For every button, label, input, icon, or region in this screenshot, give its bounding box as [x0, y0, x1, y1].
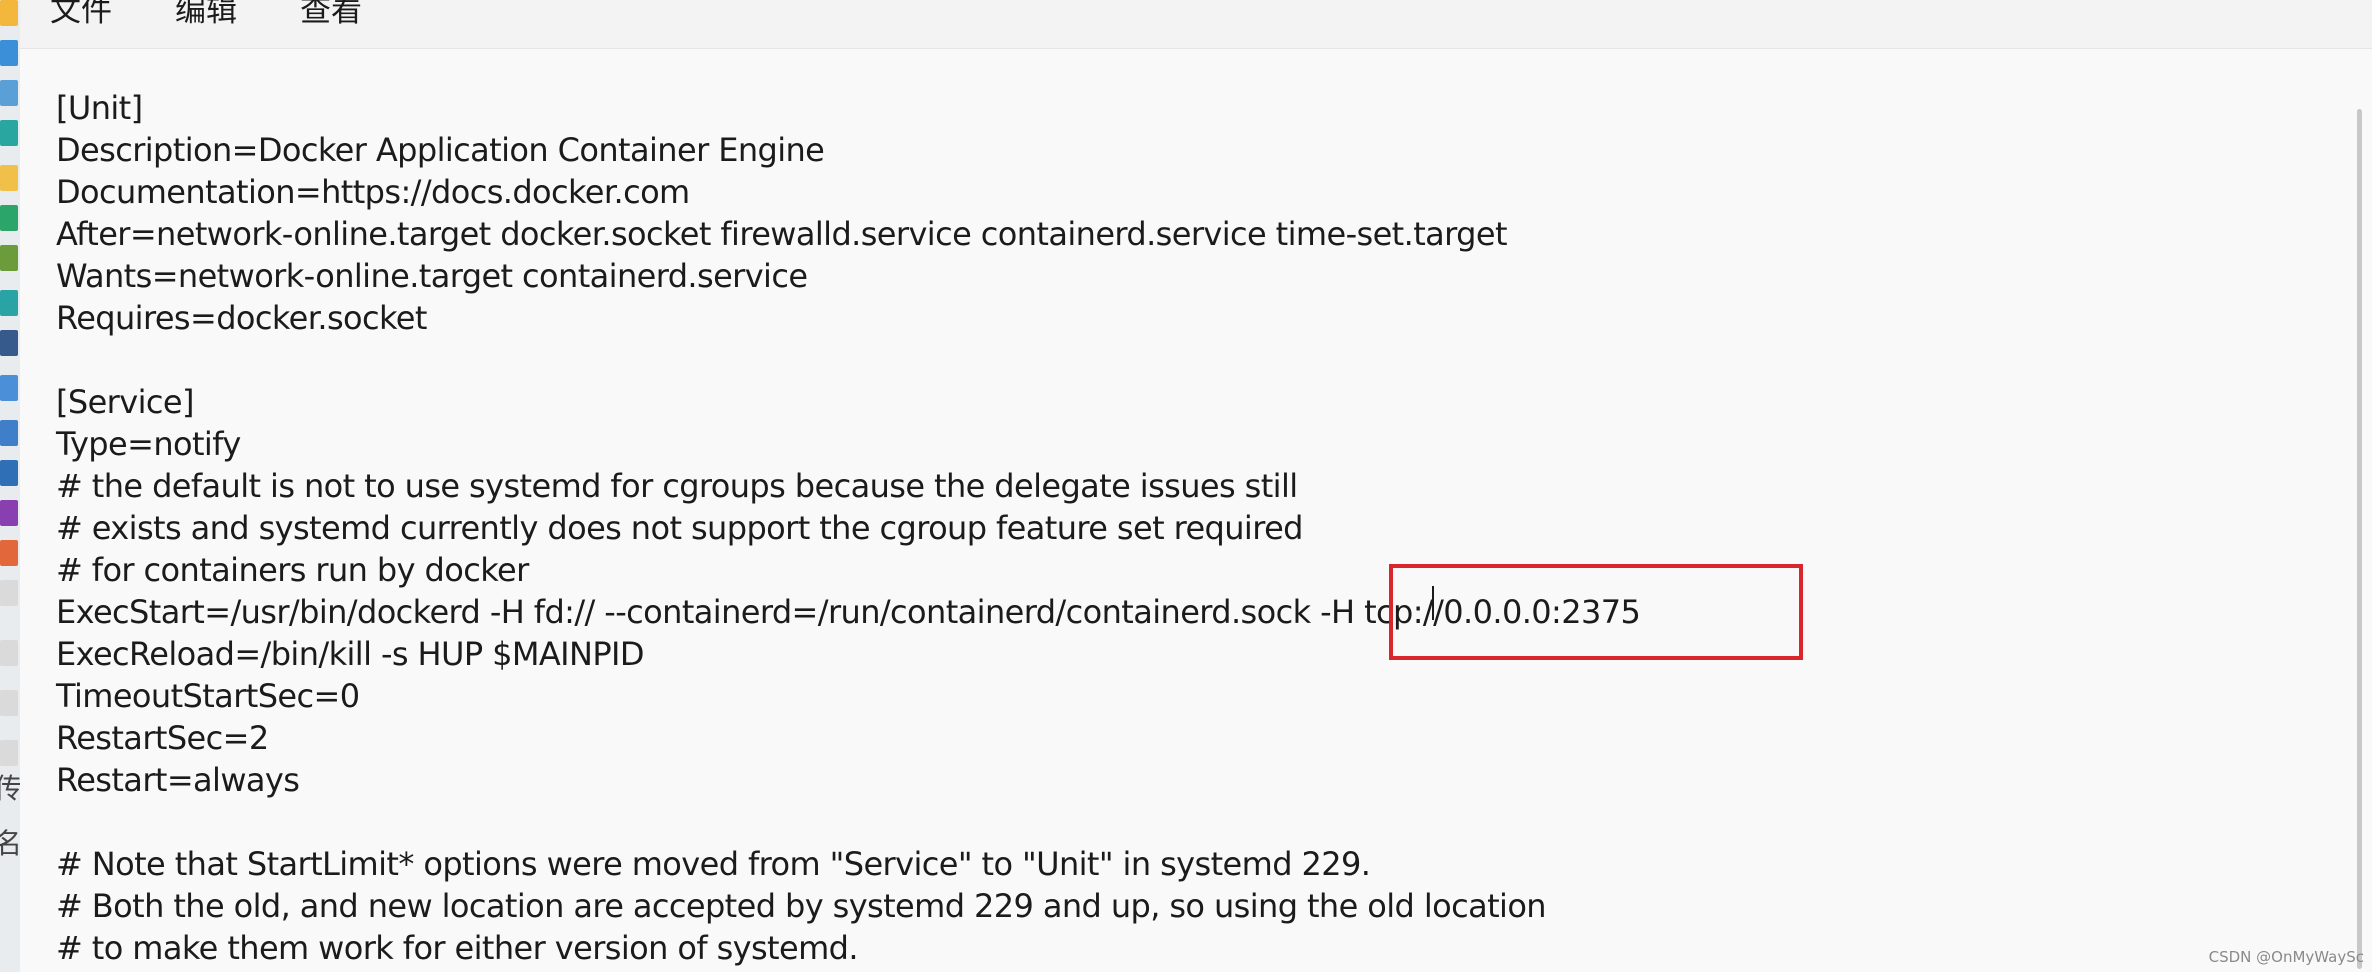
scrollbar-thumb[interactable] — [2357, 109, 2362, 969]
document-icon[interactable] — [0, 420, 18, 446]
editor-line: # exists and systemd currently does not … — [56, 509, 1303, 547]
editor-line: Restart=always — [56, 761, 300, 799]
menu-edit[interactable]: 编辑 — [175, 0, 237, 34]
vertical-scrollbar[interactable] — [2340, 49, 2372, 972]
editor-line: TimeoutStartSec=0 — [56, 677, 360, 715]
text-editor[interactable]: [Unit] Description=Docker Application Co… — [20, 49, 2340, 972]
app-icon[interactable] — [0, 375, 18, 401]
music-icon[interactable] — [0, 540, 18, 566]
download-icon[interactable] — [0, 290, 18, 316]
watermark: CSDN @OnMyWaySc — [2208, 948, 2364, 966]
editor-line: # to make them work for either version o… — [56, 929, 859, 967]
shortcut-icon[interactable] — [0, 740, 18, 766]
app-icon[interactable] — [0, 40, 18, 66]
annotation-highlight-box — [1389, 564, 1803, 660]
shortcut-icon[interactable] — [0, 580, 18, 606]
editor-line: Requires=docker.socket — [56, 299, 427, 337]
folder-icon[interactable] — [0, 165, 18, 191]
video-icon[interactable] — [0, 500, 18, 526]
editor-line: Wants=network-online.target containerd.s… — [56, 257, 808, 295]
shortcut-icon[interactable] — [0, 640, 18, 666]
editor-line: ExecReload=/bin/kill -s HUP $MAINPID — [56, 635, 645, 673]
desktop-icon-label: 传 — [0, 772, 20, 805]
tree-icon[interactable] — [0, 245, 18, 271]
editor-line: RestartSec=2 — [56, 719, 269, 757]
editor-line: # Note that StartLimit* options were mov… — [56, 845, 1371, 883]
list-icon[interactable] — [0, 460, 18, 486]
monitor-icon[interactable] — [0, 330, 18, 356]
editor-line: # for containers run by docker — [56, 551, 529, 589]
editor-line: Documentation=https://docs.docker.com — [56, 173, 690, 211]
computer-icon[interactable] — [0, 80, 18, 106]
notepad-window: 文件 编辑 查看 [Unit] Description=Docker Appli… — [20, 0, 2372, 972]
editor-line: # Both the old, and new location are acc… — [56, 887, 1547, 925]
desktop-icon-strip: 传 名 — [0, 0, 20, 972]
menu-view[interactable]: 查看 — [300, 0, 362, 34]
editor-line: Type=notify — [56, 425, 241, 463]
editor-line: After=network-online.target docker.socke… — [56, 215, 1508, 253]
editor-line: [Service] — [56, 383, 194, 421]
menu-file[interactable]: 文件 — [50, 0, 112, 34]
folder-icon[interactable] — [0, 0, 18, 26]
contacts-icon[interactable] — [0, 205, 18, 231]
user-icon[interactable] — [0, 120, 18, 146]
desktop-icon-label: 名 — [0, 827, 20, 860]
shortcut-icon[interactable] — [0, 690, 18, 716]
editor-line: [Unit] — [56, 89, 143, 127]
editor-line: Description=Docker Application Container… — [56, 131, 825, 169]
editor-line: # the default is not to use systemd for … — [56, 467, 1298, 505]
menu-bar: 文件 编辑 查看 — [20, 0, 2372, 49]
